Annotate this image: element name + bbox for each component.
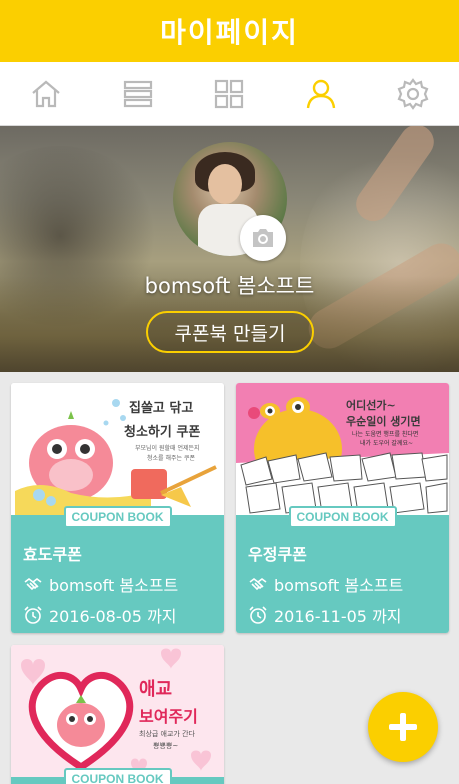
coupon-owner: bomsoft 봄소프트 xyxy=(274,576,404,595)
plus-icon xyxy=(389,713,417,741)
coupon-illustration: 어디선가~ 우순일이 생기면 나는 도움면 행프를 친다면 내가 도우어 갈께요… xyxy=(236,383,449,515)
coupon-illustration: 애교 보여주기 최상급 애교가 간다 뿅뿅뿅~ xyxy=(11,645,224,777)
nav-list[interactable] xyxy=(92,62,184,125)
coupon-expiry: 2016-08-05 까지 xyxy=(49,607,177,626)
illustration-subtext: 부모님이 원할때 언제든지 xyxy=(135,445,200,452)
illustration-subtext: 최상급 애교가 간다 xyxy=(139,730,195,738)
home-icon xyxy=(32,80,60,107)
illustration-headline: 어디선가~ xyxy=(346,399,396,412)
coupon-illustration: 집쓸고 닦고 청소하기 쿠폰 부모님이 원할때 언제든지 청소를 해주는 쿠폰 xyxy=(11,383,224,515)
coupon-book-badge: COUPON BOOK xyxy=(63,506,172,528)
illustration-headline: 청소하기 쿠폰 xyxy=(124,425,201,440)
illustration-headline: 보여주기 xyxy=(139,707,198,726)
illustration-subtext: 청소를 해주는 쿠폰 xyxy=(147,455,195,462)
alarm-clock-icon xyxy=(249,606,267,624)
alarm-clock-icon xyxy=(24,606,42,624)
make-couponbook-button[interactable]: 쿠폰북 만들기 xyxy=(146,311,314,353)
grid-icon xyxy=(215,79,244,108)
nav-home[interactable] xyxy=(0,62,92,125)
coupon-card[interactable]: 집쓸고 닦고 청소하기 쿠폰 부모님이 원할때 언제든지 청소를 해주는 쿠폰 … xyxy=(11,383,224,633)
coupon-card[interactable]: 어디선가~ 우순일이 생기면 나는 도움면 행프를 친다면 내가 도우어 갈께요… xyxy=(236,383,449,633)
handshake-icon xyxy=(249,578,267,591)
illustration-subtext: 뿅뿅뿅~ xyxy=(153,742,179,750)
change-photo-button[interactable] xyxy=(240,215,286,261)
coupon-book-badge: COUPON BOOK xyxy=(288,506,397,528)
illustration-subtext: 나는 도움면 행프를 친다면 xyxy=(352,431,419,438)
gear-icon xyxy=(397,77,429,110)
coupon-card[interactable]: 애교 보여주기 최상급 애교가 간다 뿅뿅뿅~ COUPON BOOK xyxy=(11,645,224,784)
camera-icon xyxy=(253,229,273,247)
nav-bar xyxy=(0,62,459,126)
coupon-expiry: 2016-11-05 까지 xyxy=(274,607,402,626)
add-coupon-button[interactable] xyxy=(368,692,438,762)
nav-settings[interactable] xyxy=(367,62,459,125)
coupon-expiry-row: 2016-11-05 까지 xyxy=(248,603,437,627)
page-title: 마이페이지 xyxy=(160,16,299,49)
coupon-book-badge: COUPON BOOK xyxy=(63,768,172,784)
illustration-headline: 집쓸고 닦고 xyxy=(129,401,194,416)
person-icon xyxy=(307,79,336,108)
nav-grid[interactable] xyxy=(184,62,276,125)
illustration-headline: 애교 xyxy=(139,679,173,700)
handshake-icon xyxy=(24,578,42,591)
illustration-headline: 우순일이 생기면 xyxy=(346,415,421,428)
coupon-owner: bomsoft 봄소프트 xyxy=(49,576,179,595)
coupon-expiry-row: 2016-08-05 까지 xyxy=(23,603,212,627)
illustration-subtext: 내가 도우어 갈께요~ xyxy=(360,440,414,447)
coupon-owner-row: bomsoft 봄소프트 xyxy=(23,572,212,596)
list-icon xyxy=(123,80,152,107)
app-bar: 마이페이지 xyxy=(0,0,459,62)
coupon-owner-row: bomsoft 봄소프트 xyxy=(248,572,437,596)
profile-name: bomsoft 봄소프트 xyxy=(144,274,315,298)
nav-mypage[interactable] xyxy=(275,62,367,125)
